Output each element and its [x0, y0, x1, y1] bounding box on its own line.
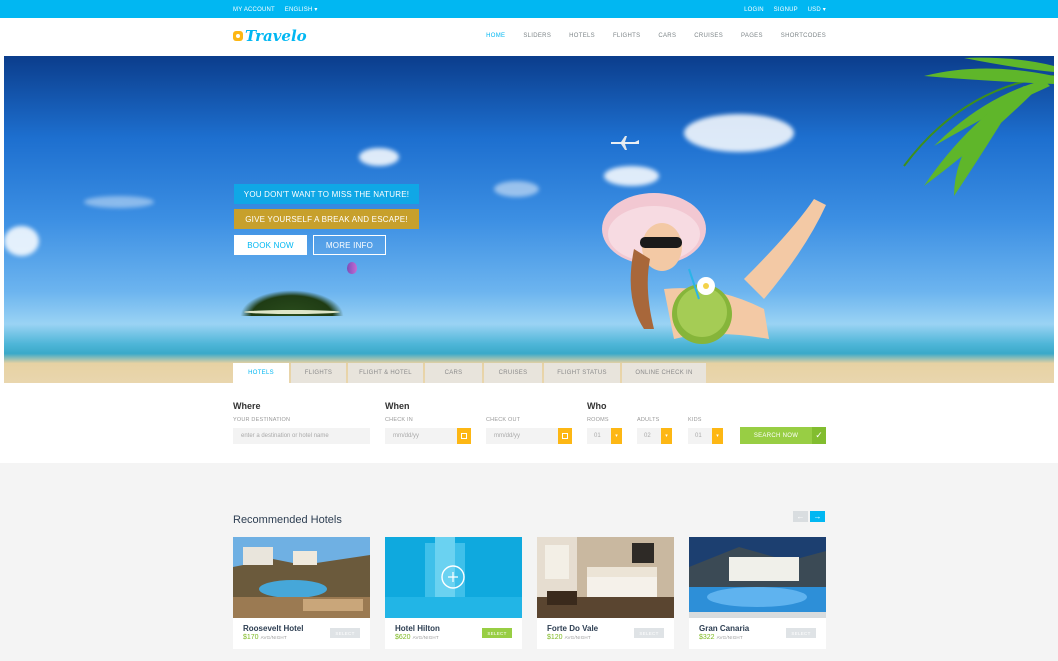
where-title: Where: [233, 401, 261, 411]
price-unit: AVG/NIGHT: [260, 635, 287, 640]
nav-shortcodes[interactable]: SHORTCODES: [781, 33, 826, 39]
adults-label: ADULTS: [637, 417, 660, 423]
checkin-label: CHECK IN: [385, 417, 413, 423]
chevron-down-icon[interactable]: ▾: [661, 428, 672, 444]
tab-cruises[interactable]: CRUISES: [484, 363, 542, 383]
chevron-down-icon[interactable]: ▾: [712, 428, 723, 444]
promo-banner-nature: YOU DON'T WANT TO MISS THE NATURE!: [234, 184, 419, 204]
select-button[interactable]: SELECT: [634, 628, 664, 638]
checkmark-icon[interactable]: ✓: [812, 427, 826, 444]
select-button[interactable]: SELECT: [482, 628, 512, 638]
hotel-price: $170 AVG/NIGHT: [243, 634, 287, 641]
destination-input[interactable]: enter a destination or hotel name: [233, 428, 370, 444]
tab-cars[interactable]: CARS: [425, 363, 482, 383]
hotel-price: $120 AVG/NIGHT: [547, 634, 591, 641]
hotel-card[interactable]: Gran Canaria $322 AVG/NIGHT SELECT: [689, 537, 826, 649]
nav-home[interactable]: HOME: [486, 33, 505, 39]
hot-air-balloon-icon: [347, 262, 357, 274]
price-value: $322: [699, 634, 715, 641]
signup-link[interactable]: SIGNUP: [774, 7, 798, 13]
checkout-input[interactable]: mm/dd/yy: [486, 428, 558, 444]
nav-cruises[interactable]: CRUISES: [694, 33, 723, 39]
cloud-shape: [494, 181, 539, 197]
hotel-name: Hotel Hilton: [395, 624, 440, 633]
logo-text: Travelo: [245, 27, 307, 45]
tab-online-check-in[interactable]: ONLINE CHECK IN: [622, 363, 706, 383]
logo-mark-icon: [233, 31, 243, 41]
nav-hotels[interactable]: HOTELS: [569, 33, 595, 39]
price-unit: AVG/NIGHT: [564, 635, 591, 640]
adults-select[interactable]: 02: [637, 428, 661, 444]
book-now-button[interactable]: BOOK NOW: [234, 235, 307, 255]
tab-flight-status[interactable]: FLIGHT STATUS: [544, 363, 620, 383]
arrow-left-icon[interactable]: ←: [793, 511, 808, 522]
search-now-button[interactable]: SEARCH NOW: [740, 427, 812, 444]
tab-hotels[interactable]: HOTELS: [233, 363, 289, 383]
recommended-hotels-section: Recommended Hotels ← →: [0, 463, 1058, 661]
nav-sliders[interactable]: SLIDERS: [523, 33, 551, 39]
section-title: Recommended Hotels: [233, 514, 342, 526]
rooms-select[interactable]: 01: [587, 428, 611, 444]
top-bar: MY ACCOUNT ENGLISH ▾ LOGIN SIGNUP USD ▾: [0, 0, 1058, 18]
hotel-card[interactable]: Forte Do Vale $120 AVG/NIGHT SELECT: [537, 537, 674, 649]
price-unit: AVG/NIGHT: [412, 635, 439, 640]
hotel-name: Forte Do Vale: [547, 624, 599, 633]
hero-slider: YOU DON'T WANT TO MISS THE NATURE! GIVE …: [4, 56, 1054, 383]
main-nav: HOME SLIDERS HOTELS FLIGHTS CARS CRUISES…: [468, 33, 826, 39]
kids-select[interactable]: 01: [688, 428, 712, 444]
cloud-shape: [84, 196, 154, 208]
checkout-label: CHECK OUT: [486, 417, 521, 423]
chevron-down-icon[interactable]: ▾: [611, 428, 622, 444]
tab-flight-hotel[interactable]: FLIGHT & HOTEL: [348, 363, 423, 383]
price-value: $120: [547, 634, 563, 641]
price-value: $620: [395, 634, 411, 641]
price-value: $170: [243, 634, 259, 641]
arrow-right-icon[interactable]: →: [810, 511, 825, 522]
logo[interactable]: Travelo: [233, 27, 307, 45]
nav-cars[interactable]: CARS: [658, 33, 676, 39]
select-button[interactable]: SELECT: [786, 628, 816, 638]
checkin-input[interactable]: mm/dd/yy: [385, 428, 457, 444]
hotel-image[interactable]: [537, 537, 674, 618]
currency-dropdown[interactable]: USD ▾: [808, 7, 826, 13]
price-unit: AVG/NIGHT: [716, 635, 743, 640]
cloud-shape: [359, 148, 399, 166]
when-title: When: [385, 401, 410, 411]
hotel-card[interactable]: Roosevelt Hotel $170 AVG/NIGHT SELECT: [233, 537, 370, 649]
cloud-shape: [604, 166, 659, 186]
tab-flights[interactable]: FLIGHTS: [291, 363, 346, 383]
hotel-image[interactable]: [689, 537, 826, 618]
palm-leaf-graphic: [903, 57, 1054, 196]
rooms-label: ROOMS: [587, 417, 609, 423]
search-form: Where YOUR DESTINATION enter a destinati…: [0, 383, 1058, 463]
nav-pages[interactable]: PAGES: [741, 33, 763, 39]
hotel-name: Gran Canaria: [699, 624, 750, 633]
more-info-button[interactable]: MORE INFO: [313, 235, 386, 255]
nav-flights[interactable]: FLIGHTS: [613, 33, 640, 39]
promo-banner-escape: GIVE YOURSELF A BREAK AND ESCAPE!: [234, 209, 419, 229]
cloud-shape: [4, 226, 39, 256]
main-header: Travelo HOME SLIDERS HOTELS FLIGHTS CARS…: [0, 18, 1058, 56]
language-dropdown[interactable]: ENGLISH ▾: [285, 7, 318, 13]
destination-label: YOUR DESTINATION: [233, 417, 291, 423]
select-button[interactable]: SELECT: [330, 628, 360, 638]
woman-with-coconut-image: [602, 193, 826, 344]
hotel-price: $322 AVG/NIGHT: [699, 634, 743, 641]
hotel-image[interactable]: [385, 537, 522, 618]
kids-label: KIDS: [688, 417, 702, 423]
who-title: Who: [587, 401, 607, 411]
my-account-link[interactable]: MY ACCOUNT: [233, 7, 275, 13]
hotel-name: Roosevelt Hotel: [243, 624, 304, 633]
airplane-icon: [611, 136, 639, 150]
login-link[interactable]: LOGIN: [744, 7, 764, 13]
island-beach-graphic: [244, 310, 340, 314]
search-tabs: HOTELS FLIGHTS FLIGHT & HOTEL CARS CRUIS…: [233, 363, 708, 383]
hotel-price: $620 AVG/NIGHT: [395, 634, 439, 641]
hotel-image[interactable]: [233, 537, 370, 618]
cloud-shape: [684, 114, 794, 152]
calendar-icon[interactable]: [457, 428, 471, 444]
hotel-card[interactable]: Hotel Hilton $620 AVG/NIGHT SELECT: [385, 537, 522, 649]
calendar-icon[interactable]: [558, 428, 572, 444]
